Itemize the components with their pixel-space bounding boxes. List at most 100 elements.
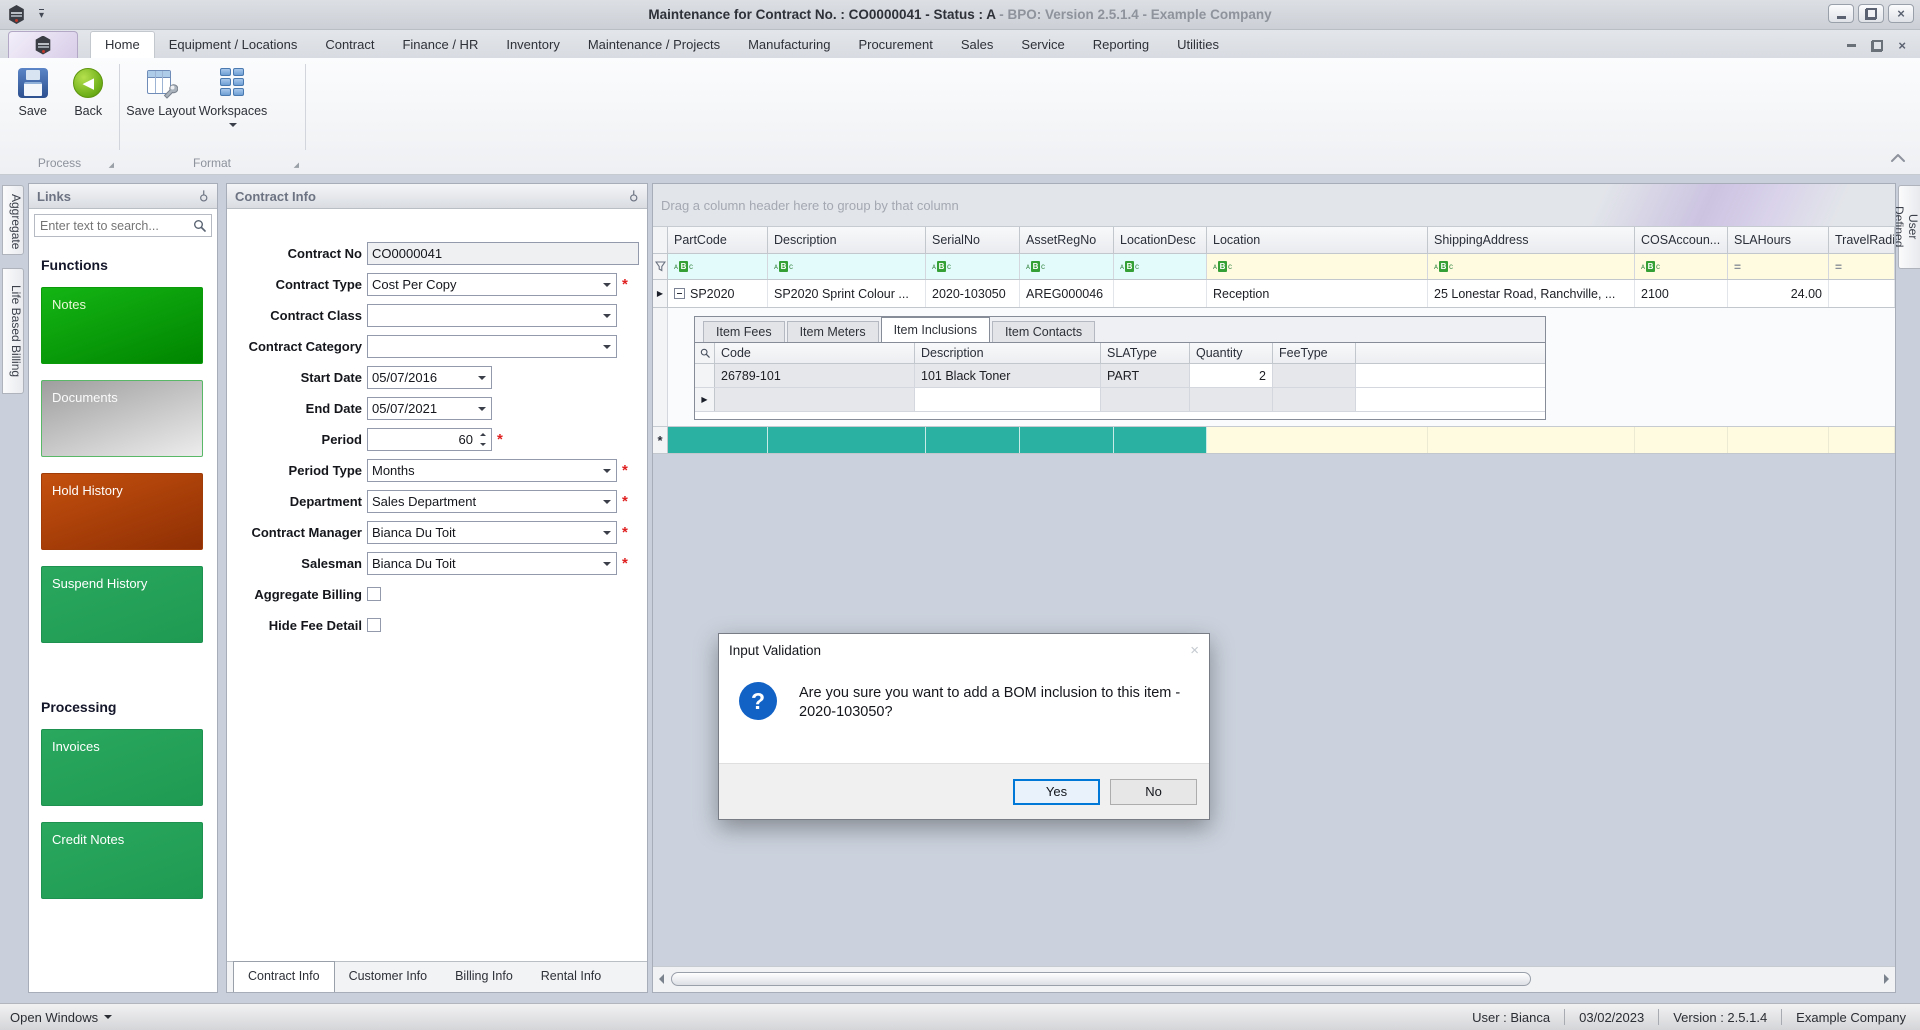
mdi-restore-icon[interactable] — [1871, 39, 1884, 52]
ribbon-tab-finance-hr[interactable]: Finance / HR — [388, 32, 492, 58]
new-cell-shippingaddress[interactable] — [1428, 427, 1635, 453]
cell-slatype[interactable] — [1101, 388, 1190, 411]
cell-description[interactable]: SP2020 Sprint Colour ... — [768, 280, 926, 307]
cell-location[interactable]: Reception — [1207, 280, 1428, 307]
new-cell-locationdesc[interactable] — [1114, 427, 1207, 453]
yes-button[interactable]: Yes — [1013, 778, 1100, 805]
new-cell-travelradius[interactable] — [1829, 427, 1895, 453]
inclusion-row[interactable]: 26789-101 101 Black Toner PART 2 — [695, 364, 1545, 388]
restore-button[interactable] — [1858, 4, 1884, 23]
column-header-location[interactable]: Location — [1207, 227, 1428, 253]
column-header-quantity[interactable]: Quantity — [1190, 343, 1273, 363]
cell-serialno[interactable]: 2020-103050 — [926, 280, 1020, 307]
group-dialog-launcher-icon[interactable]: ◢ — [294, 161, 299, 169]
ribbon-tab-home[interactable]: Home — [90, 31, 155, 58]
ribbon-tab-service[interactable]: Service — [1007, 32, 1078, 58]
cell-slahours[interactable]: 24.00 — [1728, 280, 1829, 307]
aggregate-billing-checkbox[interactable] — [367, 587, 381, 601]
mdi-close-icon[interactable]: × — [1898, 39, 1906, 52]
filter-cell-serialno[interactable]: ᴀBᴄ — [926, 254, 1020, 279]
filter-cell-description[interactable]: ᴀBᴄ — [768, 254, 926, 279]
contract-manager-dropdown[interactable]: Bianca Du Toit — [367, 520, 617, 544]
ribbon-tab-manufacturing[interactable]: Manufacturing — [734, 32, 844, 58]
cell-partcode[interactable]: SP2020 — [668, 280, 768, 307]
column-header-feetype[interactable]: FeeType — [1273, 343, 1356, 363]
contract-class-dropdown[interactable] — [367, 303, 617, 327]
minimize-button[interactable] — [1828, 4, 1854, 23]
tab-customer-info[interactable]: Customer Info — [335, 962, 442, 992]
period-stepper[interactable] — [367, 427, 492, 451]
tab-item-inclusions[interactable]: Item Inclusions — [880, 317, 990, 342]
dialog-close-icon[interactable]: × — [1190, 642, 1199, 659]
period-input[interactable] — [372, 431, 473, 447]
contract-category-dropdown[interactable] — [367, 334, 617, 358]
inclusion-new-row[interactable]: ▶ — [695, 388, 1545, 412]
quick-access-dropdown-icon[interactable]: ▾ — [39, 8, 45, 21]
ribbon-tab-sales[interactable]: Sales — [947, 32, 1008, 58]
new-cell-partcode[interactable] — [668, 427, 768, 453]
scroll-right-icon[interactable] — [1884, 974, 1889, 984]
filter-cell-locationdesc[interactable]: ᴀBᴄ — [1114, 254, 1207, 279]
cell-code[interactable] — [715, 388, 915, 411]
save-button[interactable]: Save — [8, 64, 58, 118]
cell-travelradius[interactable] — [1829, 280, 1895, 307]
new-cell-assetregno[interactable] — [1020, 427, 1114, 453]
cell-feetype[interactable] — [1273, 364, 1356, 387]
ribbon-tab-reporting[interactable]: Reporting — [1079, 32, 1163, 58]
contract-no-field[interactable] — [367, 241, 639, 265]
ribbon-tab-inventory[interactable]: Inventory — [492, 32, 573, 58]
tab-rental-info[interactable]: Rental Info — [527, 962, 615, 992]
ribbon-tab-procurement[interactable]: Procurement — [844, 32, 946, 58]
ribbon-tab-maintenance-projects[interactable]: Maintenance / Projects — [574, 32, 734, 58]
column-header-slahours[interactable]: SLAHours — [1728, 227, 1829, 253]
ribbon-tab-equipment-locations[interactable]: Equipment / Locations — [155, 32, 312, 58]
cell-detail-description[interactable] — [915, 388, 1101, 411]
tab-item-contacts[interactable]: Item Contacts — [991, 321, 1096, 342]
start-date-picker[interactable]: 05/07/2016 — [367, 365, 492, 389]
column-header-detail-description[interactable]: Description — [915, 343, 1101, 363]
spin-down-icon[interactable] — [479, 442, 486, 446]
dock-tab-life-based-billing[interactable]: Life Based Billing — [2, 268, 24, 394]
cell-detail-description[interactable]: 101 Black Toner — [915, 364, 1101, 387]
credit-notes-button[interactable]: Credit Notes — [41, 822, 203, 899]
links-search-input[interactable] — [40, 218, 193, 233]
ribbon-collapse-icon[interactable] — [1890, 151, 1906, 166]
column-header-partcode[interactable]: PartCode — [668, 227, 768, 253]
back-button[interactable]: ◀ Back — [64, 64, 114, 118]
filter-cell-location[interactable]: ᴀBᴄ — [1207, 254, 1428, 279]
group-dialog-launcher-icon[interactable]: ◢ — [109, 161, 114, 169]
save-layout-button[interactable]: Save Layout — [126, 64, 196, 131]
invoices-button[interactable]: Invoices — [41, 729, 203, 806]
cell-quantity[interactable]: 2 — [1190, 364, 1273, 387]
filter-cell-shippingaddress[interactable]: ᴀBᴄ — [1428, 254, 1635, 279]
period-type-dropdown[interactable]: Months — [367, 458, 617, 482]
tab-item-meters[interactable]: Item Meters — [786, 321, 879, 342]
cell-locationdesc[interactable] — [1114, 280, 1207, 307]
grid-new-row[interactable]: * — [653, 427, 1895, 454]
column-header-description[interactable]: Description — [768, 227, 926, 253]
cell-code[interactable]: 26789-101 — [715, 364, 915, 387]
cell-slatype[interactable]: PART — [1101, 364, 1190, 387]
tab-contract-info[interactable]: Contract Info — [233, 961, 335, 992]
hold-history-button[interactable]: Hold History — [41, 473, 203, 550]
collapse-row-icon[interactable] — [674, 288, 685, 299]
no-button[interactable]: No — [1110, 778, 1197, 805]
column-header-serialno[interactable]: SerialNo — [926, 227, 1020, 253]
mdi-minimize-icon[interactable] — [1847, 44, 1857, 47]
cell-shippingaddress[interactable]: 25 Lonestar Road, Ranchville, ... — [1428, 280, 1635, 307]
column-header-assetregno[interactable]: AssetRegNo — [1020, 227, 1114, 253]
dock-tab-aggregate[interactable]: Aggregate — [2, 185, 24, 255]
ribbon-tab-utilities[interactable]: Utilities — [1163, 32, 1233, 58]
workspaces-button[interactable]: Workspaces — [199, 64, 267, 131]
dock-tab-user-defined[interactable]: User Defined — [1892, 185, 1920, 269]
filter-cell-slahours[interactable]: = — [1728, 254, 1829, 279]
new-cell-description[interactable] — [768, 427, 926, 453]
tab-billing-info[interactable]: Billing Info — [441, 962, 527, 992]
department-dropdown[interactable]: Sales Department — [367, 489, 617, 513]
column-header-code[interactable]: Code — [715, 343, 915, 363]
close-button[interactable]: × — [1888, 4, 1914, 23]
filter-cell-cosaccount[interactable]: ᴀBᴄ — [1635, 254, 1728, 279]
hide-fee-detail-checkbox[interactable] — [367, 618, 381, 632]
column-header-cosaccount[interactable]: COSAccoun... — [1635, 227, 1728, 253]
column-header-locationdesc[interactable]: LocationDesc — [1114, 227, 1207, 253]
